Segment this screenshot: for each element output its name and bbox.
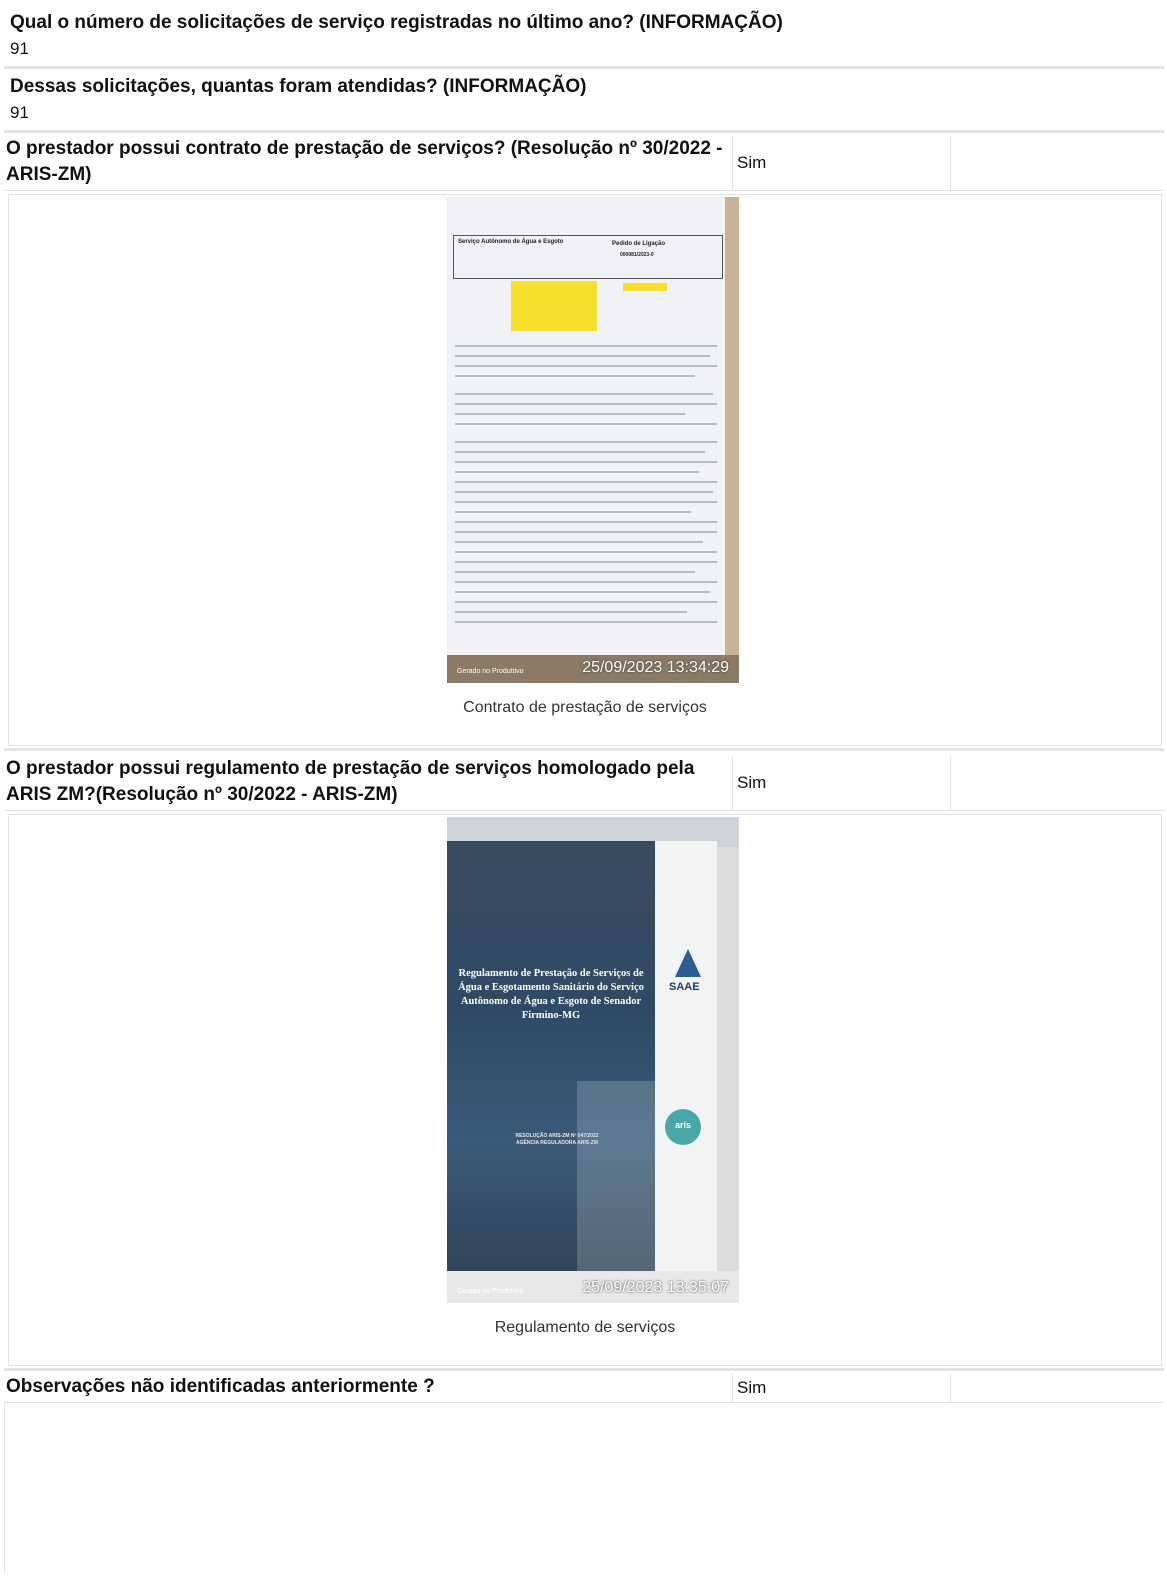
item-observations: Observações não identificadas anteriorme…	[4, 1374, 1164, 1402]
saae-drop-icon	[675, 949, 701, 977]
separator	[4, 1368, 1164, 1371]
empty-cell	[950, 756, 1164, 810]
question-text: O prestador possui contrato de prestação…	[6, 138, 723, 185]
question-text: O prestador possui regulamento de presta…	[6, 758, 695, 805]
separator	[4, 130, 1164, 133]
regulation-photo[interactable]: Regulamento de Prestação de Serviços de …	[447, 817, 739, 1303]
question-text: Qual o número de solicitações de serviço…	[10, 12, 783, 33]
document-header-left: Serviço Autônomo de Água e Esgoto	[458, 239, 564, 245]
photo-caption: Contrato de prestação de serviços	[463, 699, 707, 716]
regulation-photo-box: Regulamento de Prestação de Serviços de …	[8, 814, 1162, 1366]
saae-logo-text: SAAE	[669, 981, 700, 993]
separator	[4, 1402, 1164, 1403]
empty-cell	[950, 1374, 1164, 1402]
answer-text: Sim	[732, 136, 950, 190]
question-text: Observações não identificadas anteriorme…	[6, 1376, 435, 1397]
cover-side-panel: SAAE aris	[655, 841, 717, 1271]
photo-timestamp: 25/09/2023 13:35:07	[582, 1279, 729, 1296]
answer-text: Sim	[732, 756, 950, 810]
document-header-right: Pedido de Ligação	[612, 241, 666, 247]
photo-caption: Regulamento de serviços	[494, 1319, 676, 1336]
photo-source-label: Gerado no Produttivo	[457, 1288, 524, 1295]
separator	[4, 810, 1164, 811]
empty-area-border	[4, 1403, 5, 1573]
cover-title: Regulamento de Prestação de Serviços de …	[458, 968, 644, 1021]
separator	[4, 190, 1164, 191]
document-number: 000081/2023-0	[620, 252, 654, 258]
contract-photo-box: Serviço Autônomo de Água e Esgoto Pedido…	[8, 194, 1162, 746]
question-text: Dessas solicitações, quantas foram atend…	[10, 76, 587, 97]
aris-logo-text: aris	[674, 1120, 691, 1130]
answer-text: 91	[10, 103, 29, 122]
redaction-highlight	[623, 283, 667, 291]
item-service-regulation: O prestador possui regulamento de presta…	[4, 756, 1164, 810]
answer-text: Sim	[732, 1374, 950, 1402]
separator	[4, 748, 1164, 751]
item-service-contract: O prestador possui contrato de prestação…	[4, 136, 1164, 190]
item-request-count: Qual o número de solicitações de serviço…	[4, 10, 1164, 60]
answer-text: 91	[10, 39, 29, 58]
contract-photo[interactable]: Serviço Autônomo de Água e Esgoto Pedido…	[447, 197, 739, 683]
regulation-cover: Regulamento de Prestação de Serviços de …	[447, 841, 655, 1271]
item-requests-attended: Dessas solicitações, quantas foram atend…	[4, 74, 1164, 124]
photo-timestamp: 25/09/2023 13:34:29	[582, 659, 729, 676]
empty-cell	[950, 136, 1164, 190]
redaction-highlight	[511, 281, 597, 331]
aris-logo-icon: aris	[665, 1109, 701, 1145]
separator	[4, 66, 1164, 69]
photo-source-label: Gerado no Produttivo	[457, 668, 524, 675]
contract-document: Serviço Autônomo de Água e Esgoto Pedido…	[447, 197, 725, 655]
